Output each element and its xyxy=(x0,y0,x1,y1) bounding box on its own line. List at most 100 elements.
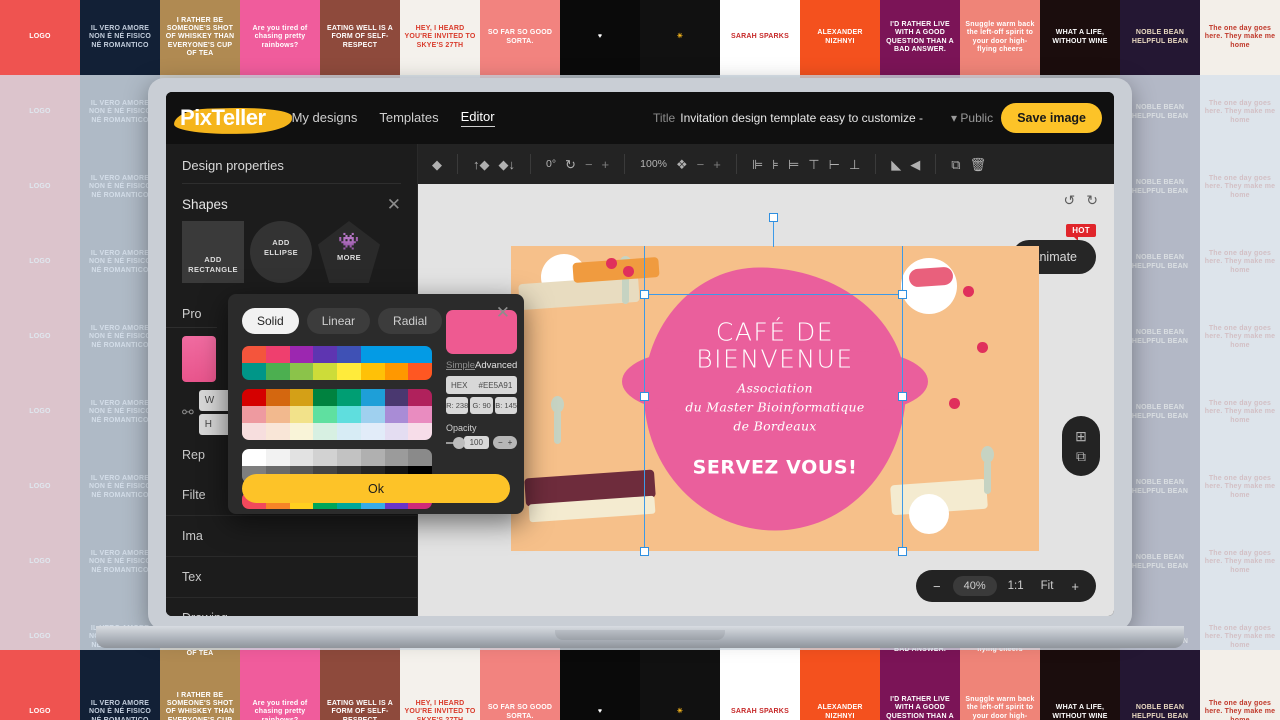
redo-icon[interactable]: ↻ xyxy=(1086,192,1098,209)
picker-ok-button[interactable]: Ok xyxy=(242,474,510,503)
color-swatch[interactable] xyxy=(290,406,314,423)
color-swatch[interactable] xyxy=(361,389,385,406)
opacity-slider-knob[interactable] xyxy=(453,437,465,449)
bring-forward-icon[interactable]: ↑◆ xyxy=(473,158,490,171)
align-right-icon[interactable]: ⊨ xyxy=(788,158,799,171)
selection-handle-bottom-left[interactable] xyxy=(640,547,649,556)
layers-icon[interactable]: ◆ xyxy=(432,158,442,171)
opacity-stepper[interactable]: − + xyxy=(493,436,517,449)
color-swatch[interactable] xyxy=(266,406,290,423)
align-middle-icon[interactable]: ⊢ xyxy=(829,158,840,171)
rotation-minus-button[interactable]: − xyxy=(585,158,593,171)
color-swatch[interactable] xyxy=(337,363,361,380)
color-swatch[interactable] xyxy=(313,423,337,440)
sidebar-item-text[interactable]: Tex xyxy=(166,556,417,597)
selection-handle-top-left[interactable] xyxy=(640,290,649,299)
color-swatch[interactable] xyxy=(361,406,385,423)
close-icon[interactable]: ✕ xyxy=(387,196,401,213)
color-swatch[interactable] xyxy=(290,423,314,440)
color-swatch[interactable] xyxy=(290,449,314,466)
color-swatch[interactable] xyxy=(385,363,409,380)
color-swatch[interactable] xyxy=(385,406,409,423)
color-swatch[interactable] xyxy=(337,406,361,423)
align-bottom-icon[interactable]: ⊥ xyxy=(849,158,860,171)
selection-handle-rotate[interactable] xyxy=(769,213,778,222)
selection-handle-middle-left[interactable] xyxy=(640,392,649,401)
selection-handle-top-right[interactable] xyxy=(898,290,907,299)
pixteller-logo[interactable]: PixTeller xyxy=(180,105,266,131)
rotation-plus-button[interactable]: + xyxy=(602,158,610,171)
selection-handle-middle-right[interactable] xyxy=(898,392,907,401)
more-shapes-button[interactable]: 👾 MORE xyxy=(318,221,380,283)
color-swatch[interactable] xyxy=(408,423,432,440)
green-field[interactable]: G: 90 xyxy=(470,397,492,414)
color-swatch[interactable] xyxy=(337,449,361,466)
add-page-icon[interactable]: ⊞ xyxy=(1075,429,1087,443)
color-swatch[interactable] xyxy=(266,423,290,440)
color-swatch[interactable] xyxy=(408,346,432,363)
opacity-increment[interactable]: + xyxy=(508,438,513,447)
color-swatch[interactable] xyxy=(313,389,337,406)
color-swatch[interactable] xyxy=(242,449,266,466)
rotate-icon[interactable]: ↻ xyxy=(565,158,576,171)
sidebar-item-drawing[interactable]: Drawing xyxy=(166,597,417,616)
color-swatch[interactable] xyxy=(361,346,385,363)
color-swatch[interactable] xyxy=(337,346,361,363)
add-ellipse-button[interactable]: ADD ELLIPSE xyxy=(250,221,312,283)
align-top-icon[interactable]: ⊤ xyxy=(808,158,819,171)
color-swatch[interactable] xyxy=(290,389,314,406)
zoom-actual-size-button[interactable]: 1:1 xyxy=(1002,577,1030,595)
delete-icon[interactable]: 🗑 xyxy=(970,158,987,171)
zoom-out-button[interactable]: − xyxy=(926,576,948,597)
color-swatch[interactable] xyxy=(337,389,361,406)
picker-mode-radial[interactable]: Radial xyxy=(378,308,442,334)
design-canvas[interactable]: CAFÉ DE BIENVENUE Association du Master … xyxy=(511,246,1039,551)
color-swatch[interactable] xyxy=(313,406,337,423)
sidebar-item-image[interactable]: Ima xyxy=(166,515,417,556)
design-pink-blob[interactable]: CAFÉ DE BIENVENUE Association du Master … xyxy=(644,267,906,530)
color-swatch[interactable] xyxy=(361,423,385,440)
zoom-in-button[interactable]: + xyxy=(1064,576,1086,597)
duplicate-icon[interactable]: ⧉ xyxy=(951,158,960,171)
selection-handle-bottom-right[interactable] xyxy=(898,547,907,556)
color-swatch[interactable] xyxy=(242,423,266,440)
palette-vivid[interactable] xyxy=(242,346,432,380)
picker-tab-advanced[interactable]: Advanced xyxy=(475,360,517,371)
color-swatch[interactable] xyxy=(408,406,432,423)
opacity-plus-button[interactable]: + xyxy=(713,158,721,171)
save-image-button[interactable]: Save image xyxy=(1001,103,1102,133)
color-swatch[interactable] xyxy=(266,363,290,380)
color-swatch[interactable] xyxy=(313,363,337,380)
link-ratio-icon[interactable]: ⚯ xyxy=(182,404,194,421)
color-swatch[interactable] xyxy=(266,449,290,466)
color-swatch[interactable] xyxy=(242,363,266,380)
opacity-minus-button[interactable]: − xyxy=(697,158,705,171)
visibility-dropdown[interactable]: ▾ Public xyxy=(951,111,993,125)
palette-tints[interactable] xyxy=(242,389,432,440)
undo-icon[interactable]: ↺ xyxy=(1064,192,1076,209)
color-swatch[interactable] xyxy=(337,423,361,440)
align-left-icon[interactable]: ⊫ xyxy=(752,158,763,171)
color-swatch[interactable] xyxy=(242,406,266,423)
opacity-value-field[interactable]: 100 xyxy=(464,436,489,449)
blue-field[interactable]: B: 145 xyxy=(495,397,517,414)
nav-item-editor[interactable]: Editor xyxy=(461,109,495,127)
color-swatch[interactable] xyxy=(313,346,337,363)
color-swatch[interactable] xyxy=(385,389,409,406)
color-swatch[interactable] xyxy=(242,389,266,406)
color-picker-dialog[interactable]: ✕ Solid Linear Radial Simple xyxy=(228,294,524,514)
color-swatch[interactable] xyxy=(290,346,314,363)
color-swatch[interactable] xyxy=(385,346,409,363)
picker-mode-solid[interactable]: Solid xyxy=(242,308,299,334)
color-swatch[interactable] xyxy=(242,346,266,363)
hex-field[interactable]: HEX #EE5A91 xyxy=(446,376,517,394)
color-swatch[interactable] xyxy=(408,449,432,466)
opacity-icon[interactable]: ❖ xyxy=(676,158,688,171)
picker-tab-simple[interactable]: Simple xyxy=(446,360,475,371)
title-input[interactable]: Invitation design template easy to custo… xyxy=(680,111,923,125)
add-rectangle-button[interactable]: ADD RECTANGLE xyxy=(182,221,244,283)
nav-item-my-designs[interactable]: My designs xyxy=(292,110,358,127)
flip-vertical-icon[interactable]: ◀ xyxy=(910,158,920,171)
color-swatch[interactable] xyxy=(361,363,385,380)
fill-color-swatch[interactable] xyxy=(182,336,216,382)
